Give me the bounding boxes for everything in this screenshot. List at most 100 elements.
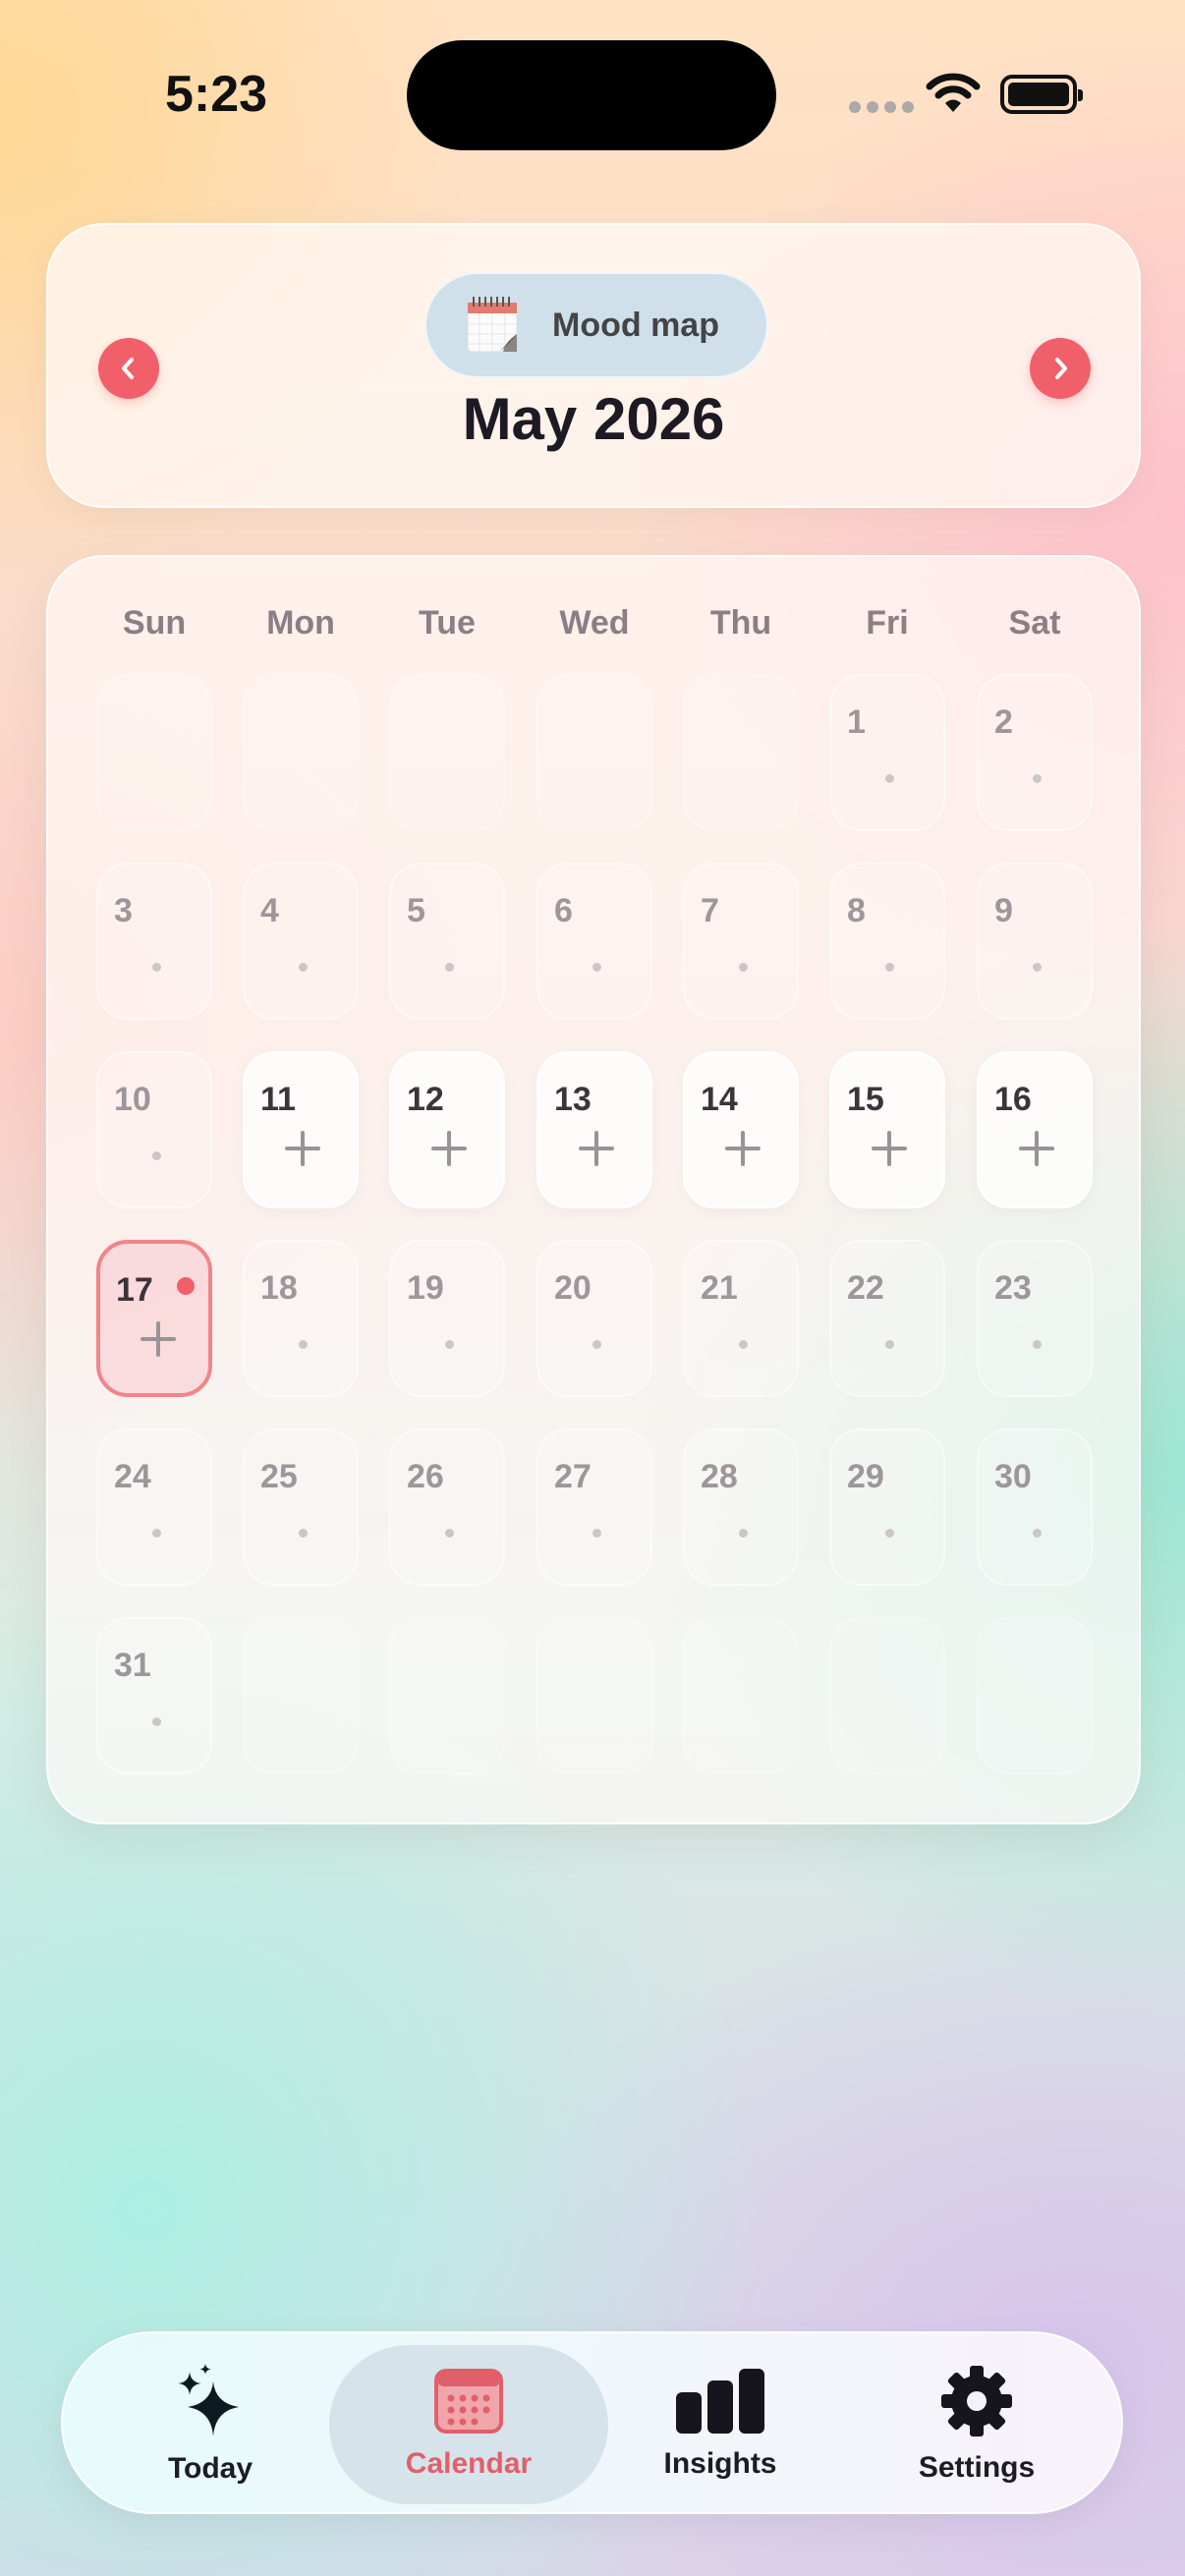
add-mood-plus-icon[interactable] xyxy=(431,1131,467,1166)
dynamic-island xyxy=(407,40,776,150)
empty-day-dot-icon xyxy=(152,963,161,972)
day-number: 16 xyxy=(994,1081,1032,1118)
calendar-empty-cell xyxy=(683,1617,799,1774)
empty-day-dot-icon xyxy=(592,1340,601,1349)
calendar-empty-cell xyxy=(977,1617,1093,1774)
calendar-day-cell[interactable]: 14 xyxy=(683,1051,799,1208)
add-mood-plus-icon[interactable] xyxy=(579,1131,614,1166)
calendar-empty-cell xyxy=(243,674,359,831)
day-number: 29 xyxy=(847,1458,884,1495)
day-number: 7 xyxy=(701,892,719,929)
empty-day-dot-icon xyxy=(299,963,308,972)
day-number: 12 xyxy=(407,1081,444,1118)
day-number: 26 xyxy=(407,1458,444,1495)
tab-settings[interactable]: Settings xyxy=(893,2333,1060,2516)
empty-day-dot-icon xyxy=(152,1717,161,1726)
month-header-card: Mood map May 2026 xyxy=(46,223,1141,508)
calendar-day-cell[interactable]: 16 xyxy=(977,1051,1093,1208)
weekday-label-sun: Sun xyxy=(122,604,187,642)
gear-icon xyxy=(941,2366,1012,2436)
chevron-left-icon xyxy=(122,358,134,379)
calendar-day-cell: 20 xyxy=(536,1240,652,1397)
today-indicator-dot-icon xyxy=(177,1277,195,1295)
weekday-label-sat: Sat xyxy=(1008,604,1061,642)
empty-day-dot-icon xyxy=(445,1340,454,1349)
empty-day-dot-icon xyxy=(445,1529,454,1538)
calendar-empty-cell xyxy=(243,1617,359,1774)
empty-day-dot-icon xyxy=(885,1340,894,1349)
calendar-empty-cell xyxy=(389,1617,505,1774)
bar-chart-icon xyxy=(676,2369,764,2434)
calendar-day-today[interactable]: 17 xyxy=(96,1240,212,1397)
calendar-day-cell: 27 xyxy=(536,1428,652,1586)
day-number: 10 xyxy=(114,1081,151,1118)
empty-day-dot-icon xyxy=(1033,963,1042,972)
empty-day-dot-icon xyxy=(299,1340,308,1349)
calendar-day-cell: 19 xyxy=(389,1240,505,1397)
day-number: 19 xyxy=(407,1269,444,1307)
calendar-day-cell[interactable]: 11 xyxy=(243,1051,359,1208)
day-number: 31 xyxy=(114,1647,151,1684)
tab-insights-label: Insights xyxy=(663,2447,777,2480)
add-mood-plus-icon[interactable] xyxy=(1019,1131,1054,1166)
empty-day-dot-icon xyxy=(739,1340,748,1349)
calendar-day-cell: 3 xyxy=(96,863,212,1020)
calendar-day-cell: 25 xyxy=(243,1428,359,1586)
mood-map-label: Mood map xyxy=(552,306,719,344)
calendar-day-cell: 1 xyxy=(829,674,945,831)
calendar-empty-cell xyxy=(389,674,505,831)
status-time: 5:23 xyxy=(165,66,268,123)
calendar-day-cell[interactable]: 12 xyxy=(389,1051,505,1208)
empty-day-dot-icon xyxy=(152,1151,161,1160)
calendar-day-cell: 5 xyxy=(389,863,505,1020)
add-mood-plus-icon[interactable] xyxy=(872,1131,907,1166)
empty-day-dot-icon xyxy=(1033,774,1042,783)
calendar-day-cell: 21 xyxy=(683,1240,799,1397)
calendar-day-cell: 9 xyxy=(977,863,1093,1020)
tab-today[interactable]: Today xyxy=(132,2333,289,2516)
mood-map-badge: Mood map xyxy=(424,272,768,378)
day-number: 23 xyxy=(994,1269,1032,1307)
day-number: 30 xyxy=(994,1458,1032,1495)
calendar-empty-cell xyxy=(536,674,652,831)
calendar-empty-cell xyxy=(829,1617,945,1774)
tab-calendar[interactable]: Calendar xyxy=(390,2333,547,2516)
sparkles-icon xyxy=(178,2364,239,2436)
calendar-grid-card: Sun Mon Tue Wed Thu Fri Sat 1 2 3 4 5 6 7 8 9 10 11 12 13 1… xyxy=(46,555,1141,1824)
day-number: 14 xyxy=(701,1081,738,1118)
weekday-label-mon: Mon xyxy=(266,604,335,642)
calendar-day-cell: 4 xyxy=(243,863,359,1020)
add-mood-plus-icon[interactable] xyxy=(141,1321,176,1357)
notepad-emoji-icon xyxy=(467,297,518,353)
empty-day-dot-icon xyxy=(739,1529,748,1538)
calendar-day-cell: 8 xyxy=(829,863,945,1020)
tab-insights[interactable]: Insights xyxy=(642,2333,799,2516)
empty-day-dot-icon xyxy=(445,963,454,972)
tab-today-label: Today xyxy=(167,2452,254,2485)
day-number: 28 xyxy=(701,1458,738,1495)
calendar-empty-cell xyxy=(536,1617,652,1774)
calendar-day-cell: 30 xyxy=(977,1428,1093,1586)
calendar-day-cell: 23 xyxy=(977,1240,1093,1397)
empty-day-dot-icon xyxy=(592,1529,601,1538)
day-number: 15 xyxy=(847,1081,884,1118)
next-month-button[interactable] xyxy=(1030,338,1091,399)
empty-day-dot-icon xyxy=(739,963,748,972)
weekday-label-thu: Thu xyxy=(709,604,772,642)
tab-settings-label: Settings xyxy=(918,2451,1036,2484)
battery-icon xyxy=(1000,75,1083,114)
calendar-day-cell: 7 xyxy=(683,863,799,1020)
calendar-day-cell: 28 xyxy=(683,1428,799,1586)
calendar-day-cell[interactable]: 15 xyxy=(829,1051,945,1208)
empty-day-dot-icon xyxy=(885,1529,894,1538)
day-number: 8 xyxy=(847,892,866,929)
add-mood-plus-icon[interactable] xyxy=(725,1131,761,1166)
day-number: 25 xyxy=(260,1458,298,1495)
calendar-day-cell: 2 xyxy=(977,674,1093,831)
tab-bar: Today Calendar Insights Settings xyxy=(61,2331,1123,2514)
add-mood-plus-icon[interactable] xyxy=(285,1131,320,1166)
empty-day-dot-icon xyxy=(1033,1529,1042,1538)
calendar-icon xyxy=(434,2369,503,2434)
calendar-day-cell: 24 xyxy=(96,1428,212,1586)
calendar-day-cell[interactable]: 13 xyxy=(536,1051,652,1208)
